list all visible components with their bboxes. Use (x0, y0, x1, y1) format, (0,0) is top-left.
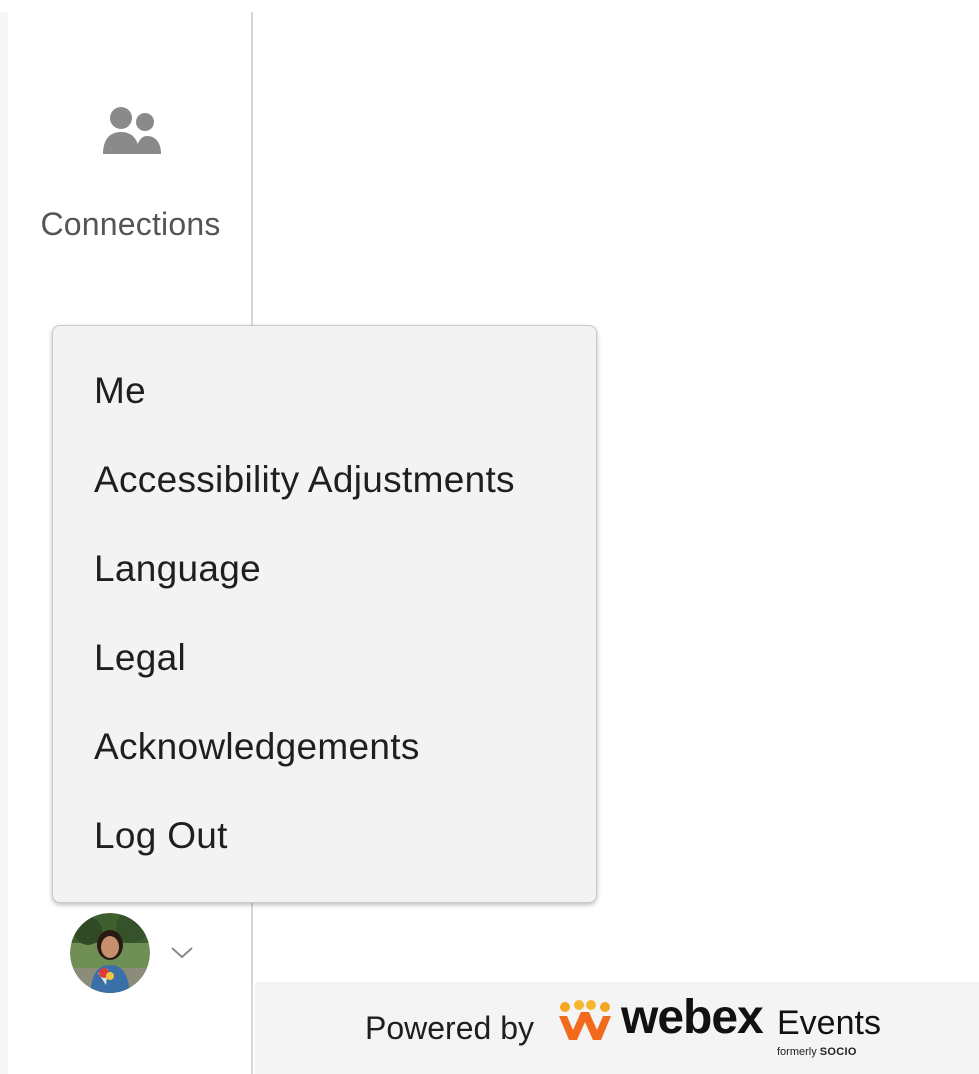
brand-webex: webex (621, 991, 764, 1044)
footer: Powered by webex Events formerly SOCIO (255, 982, 979, 1074)
menu-item-legal[interactable]: Legal (53, 613, 596, 702)
sidebar-item-label: Connections (40, 206, 221, 242)
brand-events: Events (777, 1004, 881, 1042)
menu-item-language[interactable]: Language (53, 524, 596, 613)
formerly-prefix: formerly (777, 1046, 817, 1058)
chevron-down-icon (171, 947, 193, 959)
user-menu-toggle[interactable] (70, 913, 194, 993)
sidebar-edge (0, 12, 8, 1074)
menu-item-me[interactable]: Me (53, 346, 596, 435)
formerly-brand: SOCIO (819, 1046, 857, 1058)
menu-item-accessibility[interactable]: Accessibility Adjustments (53, 435, 596, 524)
sidebar-item-connections[interactable]: Connections (8, 102, 253, 272)
powered-by-text: Powered by (365, 1010, 534, 1046)
formerly-socio: formerly SOCIO (777, 1046, 857, 1058)
webex-events-logo-icon (559, 1000, 611, 1040)
people-icon (102, 107, 161, 154)
menu-item-log-out[interactable]: Log Out (53, 791, 596, 880)
user-menu-dropdown: Me Accessibility Adjustments Language Le… (52, 325, 597, 903)
menu-item-acknowledgements[interactable]: Acknowledgements (53, 702, 596, 791)
user-avatar (70, 913, 150, 993)
app-window: Connections Me Accessibility Adjustments… (0, 0, 979, 1074)
